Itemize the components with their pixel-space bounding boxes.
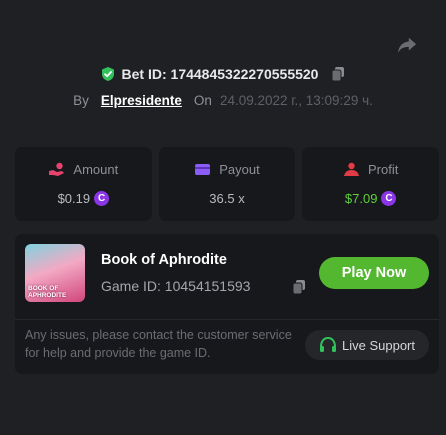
coin-icon: C <box>381 191 397 206</box>
play-now-button[interactable]: Play Now <box>319 257 429 289</box>
by-label: By <box>73 93 89 108</box>
bet-meta-row: By Elpresidente On 24.09.2022 г., 13:09:… <box>0 93 446 108</box>
coin-icon: C <box>94 191 110 206</box>
payout-value: 36.5 x <box>209 191 245 206</box>
game-thumbnail[interactable]: BOOK OF APHRODITE <box>25 244 85 302</box>
live-support-label: Live Support <box>342 337 415 353</box>
game-id: Game ID: 10454151593 <box>101 278 251 294</box>
amount-value: $0.19 <box>57 191 91 206</box>
profit-stat: Profit $7.09 C <box>302 147 440 221</box>
help-text: Any issues, please contact the customer … <box>25 328 292 360</box>
bet-stats: Amount $0.19 C Payout 36.5 x Profit $7.0… <box>15 147 440 221</box>
thumbnail-caption: BOOK OF APHRODITE <box>28 285 67 299</box>
game-card: BOOK OF APHRODITE Book of Aphrodite Game… <box>15 234 439 374</box>
hand-coin-icon <box>49 162 65 176</box>
shield-check-icon <box>101 67 114 81</box>
card-icon <box>195 164 211 175</box>
username-link[interactable]: Elpresidente <box>101 93 182 108</box>
profit-value: $7.09 <box>344 191 378 206</box>
amount-stat: Amount $0.19 C <box>15 147 152 221</box>
headset-icon <box>320 337 336 352</box>
divider <box>15 319 439 320</box>
copy-icon[interactable] <box>330 66 346 82</box>
bet-date: 24.09.2022 г., 13:09:29 ч. <box>219 93 373 108</box>
game-title: Book of Aphrodite <box>101 252 227 268</box>
on-label: On <box>193 93 212 108</box>
share-icon[interactable] <box>396 35 418 55</box>
amount-label: Amount <box>73 162 119 177</box>
copy-icon[interactable] <box>291 279 307 295</box>
bet-id-row: Bet ID: 1744845322270555520 <box>0 66 446 82</box>
profit-label: Profit <box>368 162 399 177</box>
bet-id-text: Bet ID: 1744845322270555520 <box>121 66 319 82</box>
payout-label: Payout <box>219 162 260 177</box>
live-support-button[interactable]: Live Support <box>305 330 429 360</box>
person-icon <box>344 162 359 176</box>
payout-stat: Payout 36.5 x <box>158 147 296 221</box>
